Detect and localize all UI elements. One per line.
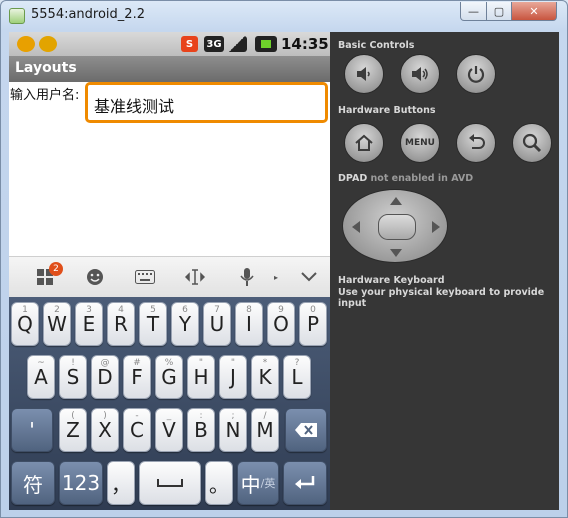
dpad-label: DPAD not enabled in AVD [338, 173, 474, 184]
key-r[interactable]: 4R [107, 302, 135, 346]
key-j[interactable]: " J [219, 355, 247, 399]
enter-key[interactable] [283, 461, 327, 505]
back-button[interactable] [456, 123, 496, 163]
signal-icon [227, 36, 247, 52]
backspace-key[interactable] [285, 408, 327, 452]
hardware-buttons-label: Hardware Buttons [338, 105, 436, 116]
status-clock: 14:35 [281, 35, 329, 53]
key-z[interactable]: (Z [59, 408, 87, 452]
key-s[interactable]: ! S [59, 355, 87, 399]
dpad-left-icon [352, 221, 360, 233]
dpad-note: not enabled in AVD [370, 173, 474, 184]
key-f[interactable]: # F [123, 355, 151, 399]
volume-up-icon [412, 67, 428, 81]
microphone-icon[interactable] [235, 265, 259, 289]
volume-down-button[interactable] [344, 54, 384, 94]
key-u[interactable]: 7U [203, 302, 231, 346]
sogou-s-icon: S [181, 36, 198, 52]
dpad-right-icon [432, 221, 440, 233]
power-button[interactable] [456, 54, 496, 94]
username-input[interactable]: 基准线测试 [85, 82, 328, 123]
volume-up-button[interactable] [400, 54, 440, 94]
collapse-keyboard-icon[interactable] [297, 265, 321, 289]
cursor-move-icon[interactable] [183, 265, 207, 289]
key-q[interactable]: 1Q [11, 302, 39, 346]
key-c[interactable]: -C [123, 408, 151, 452]
back-icon [469, 134, 485, 149]
emulator-control-panel: Basic Controls Hardware Buttons MENU DPA… [330, 32, 559, 510]
key-o[interactable]: 9O [267, 302, 295, 346]
key-p[interactable]: 0P [299, 302, 327, 346]
key-e[interactable]: 3E [75, 302, 103, 346]
key-t[interactable]: 5T [139, 302, 167, 346]
key-m[interactable]: / M [251, 408, 279, 452]
minimize-button[interactable]: — [460, 2, 487, 21]
window-title: 5554:android_2.2 [31, 7, 145, 22]
power-icon [467, 66, 485, 83]
close-button[interactable]: ✕ [511, 2, 557, 21]
search-icon [522, 133, 542, 153]
key-b[interactable]: :B [187, 408, 215, 452]
key-apostrophe[interactable]: ' [11, 408, 53, 452]
soft-keyboard: 1Q 2W 3E 4R 5T 6Y 7U 8I 9O 0P ~ A ! S @ D #… [9, 297, 330, 510]
numbers-key[interactable]: 123 [59, 461, 103, 505]
dpad-up-icon [390, 197, 402, 205]
dpad-down-icon [390, 249, 402, 257]
comma-key[interactable]: ， [107, 461, 135, 505]
menu-button[interactable]: MENU [400, 123, 440, 163]
volume-down-icon [357, 67, 370, 81]
space-icon [157, 479, 183, 487]
enter-icon [295, 476, 315, 489]
key-k[interactable]: * K [251, 355, 279, 399]
sohu-notify-icon [17, 36, 35, 52]
basic-controls-label: Basic Controls [338, 40, 415, 51]
notification-badge: 2 [49, 262, 63, 276]
key-w[interactable]: 2W [43, 302, 71, 346]
key-g[interactable]: % G [155, 355, 183, 399]
emulator-app-icon [9, 8, 25, 24]
username-label: 输入用户名: [10, 88, 80, 103]
menu-button-label: MENU [405, 138, 435, 148]
emulator-window: 5554:android_2.2 — ▢ ✕ S 3G 14:35 Layout… [0, 0, 568, 518]
battery-icon [255, 36, 277, 52]
hardware-keyboard-label: Hardware Keyboard [338, 275, 445, 286]
key-v[interactable]: _ V [155, 408, 183, 452]
apps-grid-icon[interactable]: 2 [33, 262, 63, 289]
home-icon [355, 134, 373, 151]
key-i[interactable]: 8I [235, 302, 263, 346]
dpad-center-button[interactable] [378, 214, 416, 240]
hardware-keyboard-note: Use your physical keyboard to provide in… [338, 287, 545, 309]
symbol-key[interactable]: 符 [11, 461, 55, 505]
app-title-bar: Layouts [9, 56, 330, 82]
android-screen: S 3G 14:35 Layouts 输入用户名: 基准线测试 2 ▸ 1 Q … [9, 32, 330, 510]
more-arrow-icon[interactable]: ▸ [271, 265, 281, 289]
key-x[interactable]: ) X [91, 408, 119, 452]
language-key[interactable]: 中/英 [237, 461, 279, 505]
ime-toolbar: 2 ▸ [9, 256, 330, 297]
dpad-control[interactable] [342, 189, 448, 263]
status-bar: S 3G 14:35 [9, 32, 330, 56]
key-d[interactable]: @ D [91, 355, 119, 399]
key-n[interactable]: ; N [219, 408, 247, 452]
key-l[interactable]: ? L [283, 355, 311, 399]
key-a[interactable]: ~ A [27, 355, 55, 399]
3g-icon: 3G [204, 36, 224, 52]
search-button[interactable] [512, 123, 552, 163]
home-button[interactable] [344, 123, 384, 163]
emoji-icon[interactable] [83, 265, 107, 289]
space-key[interactable] [139, 461, 201, 505]
period-key[interactable]: 。 [205, 461, 233, 505]
keyboard-icon[interactable] [133, 265, 157, 289]
maximize-button[interactable]: ▢ [486, 2, 512, 21]
key-y[interactable]: 6Y [171, 302, 199, 346]
backspace-icon [295, 423, 317, 437]
key-h[interactable]: " H [187, 355, 215, 399]
sohu-ime-icon [39, 36, 57, 52]
title-bar[interactable]: 5554:android_2.2 — ▢ ✕ [1, 1, 567, 31]
